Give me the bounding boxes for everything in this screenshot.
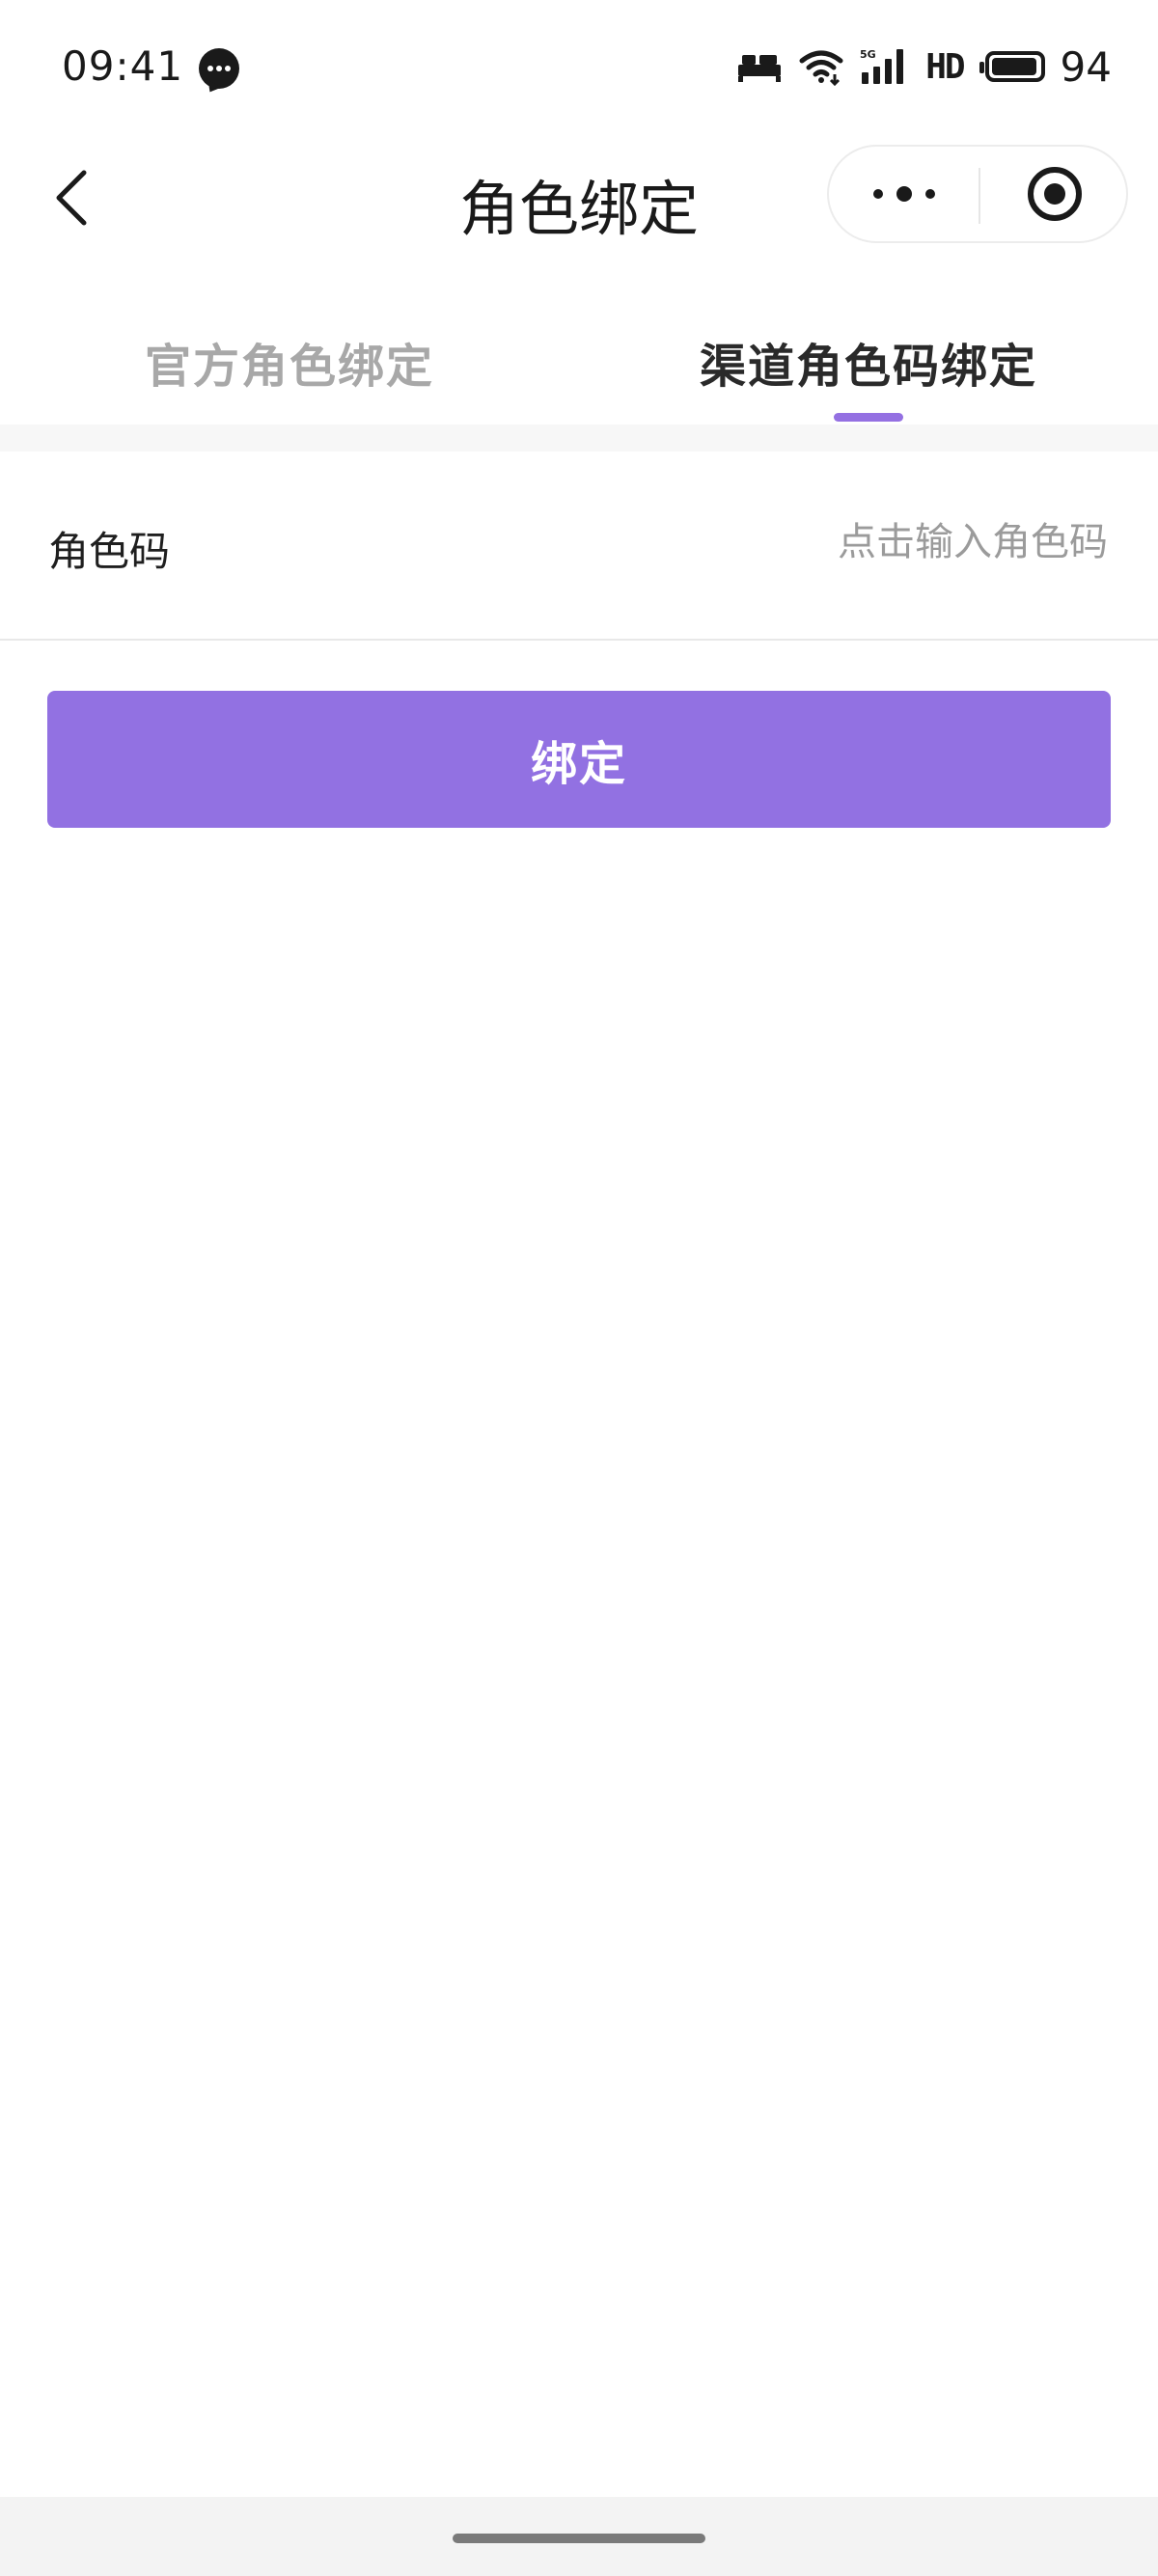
bind-button[interactable]: 绑定 — [47, 691, 1111, 828]
role-code-input[interactable] — [527, 507, 1110, 577]
nav-bar: 角色绑定 — [0, 135, 1158, 260]
status-time: 09:41 — [62, 42, 184, 90]
battery-icon — [979, 51, 1045, 82]
network-type: HD — [925, 46, 965, 87]
tab-bar: 官方角色绑定 渠道角色码绑定 — [0, 299, 1158, 425]
mini-program-capsule — [827, 145, 1128, 243]
battery-level: 94 — [1060, 42, 1112, 91]
section-divider — [0, 425, 1158, 452]
signal-label: 5G — [860, 48, 876, 61]
tab-channel-role-code-binding[interactable]: 渠道角色码绑定 — [676, 328, 1062, 396]
more-dots-icon — [872, 186, 935, 202]
role-code-label: 角色码 — [48, 528, 171, 575]
target-close-icon — [1027, 167, 1082, 221]
bottom-gesture-bar — [0, 2497, 1158, 2576]
home-indicator[interactable] — [453, 2534, 705, 2543]
wifi-icon — [799, 50, 843, 86]
more-button[interactable] — [829, 147, 979, 241]
status-bar: 09:41 5G HD 94 — [0, 0, 1158, 135]
role-code-row: 角色码 — [0, 452, 1158, 641]
tab-official-role-binding[interactable]: 官方角色绑定 — [96, 328, 482, 396]
status-icons: 5G HD 94 — [736, 42, 1112, 91]
signal-icon: 5G — [860, 48, 904, 84]
close-button[interactable] — [980, 147, 1128, 241]
message-icon — [199, 48, 239, 89]
active-tab-indicator — [834, 413, 903, 422]
bed-icon — [738, 55, 782, 82]
